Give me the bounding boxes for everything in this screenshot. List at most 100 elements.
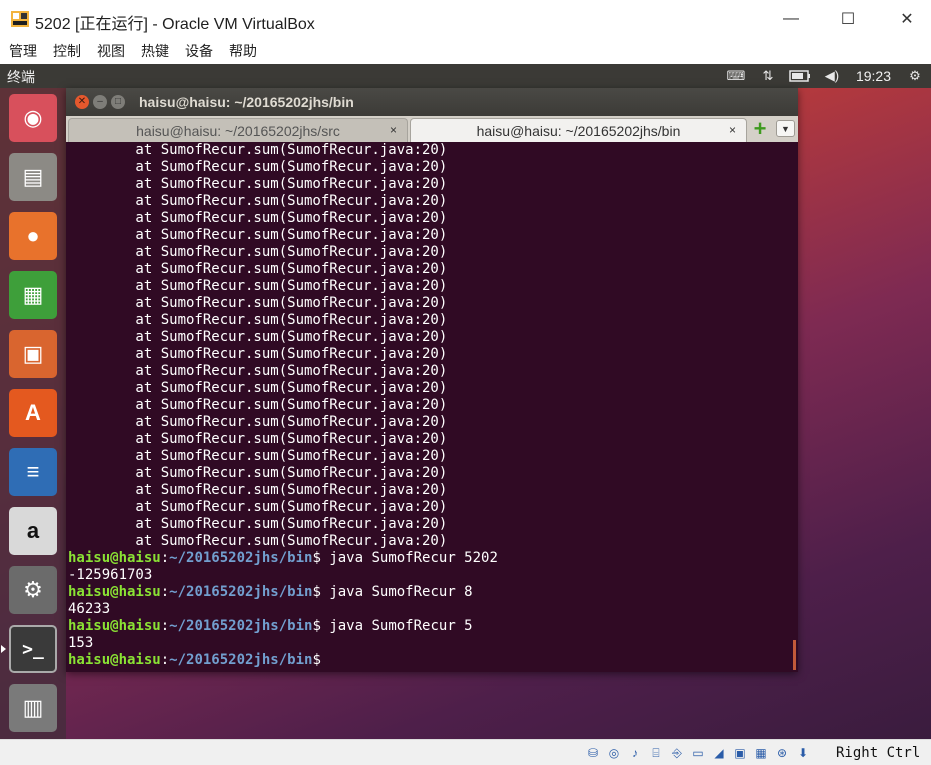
terminal-title: haisu@haisu: ~/20165202jhs/bin (139, 94, 354, 110)
stack-trace-line: at SumofRecur.sum(SumofRecur.java:20) (68, 295, 448, 311)
launcher-item-terminal[interactable]: >_ (1, 623, 59, 675)
download-icon[interactable]: ⬇ (794, 744, 812, 762)
launcher-item-trash[interactable]: ▥ (7, 682, 59, 734)
stack-trace-line: at SumofRecur.sum(SumofRecur.java:20) (68, 397, 448, 413)
top-panel: 终端 ⌨ ⇅ ◀) 19:23 ⚙ (0, 64, 931, 88)
menu-view[interactable]: 视图 (97, 41, 125, 61)
launcher-item-firefox[interactable]: ● (7, 210, 59, 262)
keyboard-icon[interactable]: ⌨ (720, 64, 752, 88)
minimize-icon[interactable]: – (93, 95, 107, 109)
usb-icon[interactable]: ⎆ (668, 744, 686, 762)
stack-trace-line: at SumofRecur.sum(SumofRecur.java:20) (68, 380, 448, 396)
optical-drive-icon[interactable]: ◎ (605, 744, 623, 762)
network-icon[interactable]: ⌸ (647, 744, 665, 762)
hard-disk-icon[interactable]: ⛁ (584, 744, 602, 762)
libreoffice-writer-icon: ≡ (9, 448, 57, 496)
close-icon[interactable]: ✕ (75, 95, 89, 109)
tab-menu-icon[interactable]: ▼ (776, 120, 795, 137)
scrollbar[interactable] (793, 640, 796, 670)
stack-trace-line: at SumofRecur.sum(SumofRecur.java:20) (68, 329, 448, 345)
stack-trace-line: at SumofRecur.sum(SumofRecur.java:20) (68, 363, 448, 379)
stack-trace-line: at SumofRecur.sum(SumofRecur.java:20) (68, 193, 448, 209)
current-prompt[interactable]: haisu@haisu:~/20165202jhs/bin$ (68, 652, 798, 669)
stack-trace-line: at SumofRecur.sum(SumofRecur.java:20) (68, 431, 448, 447)
cpu-icon[interactable]: ▦ (752, 744, 770, 762)
stack-trace-line: at SumofRecur.sum(SumofRecur.java:20) (68, 533, 448, 549)
launcher-item-impress[interactable]: ▣ (7, 328, 59, 380)
stack-trace-line: at SumofRecur.sum(SumofRecur.java:20) (68, 448, 448, 464)
gear-power-icon[interactable]: ⚙ (899, 64, 931, 88)
launcher-item-dash[interactable]: ◉ (7, 92, 59, 144)
terminal-icon: >_ (9, 625, 57, 673)
launcher-item-writer[interactable]: ≡ (7, 446, 59, 498)
new-tab-icon[interactable]: + (750, 118, 770, 140)
clock[interactable]: 19:23 (848, 68, 899, 84)
command-output: 46233 (68, 601, 111, 617)
launcher-item-settings[interactable]: ⚙ (7, 564, 59, 616)
stack-trace-line: at SumofRecur.sum(SumofRecur.java:20) (68, 465, 448, 481)
stack-trace-line: at SumofRecur.sum(SumofRecur.java:20) (68, 278, 448, 294)
launcher-item-calc[interactable]: ▦ (7, 269, 59, 321)
virtualbox-titlebar: 5202 [正在运行] - Oracle VM VirtualBox — ☐ ✕ (0, 0, 931, 38)
network-arrows-icon[interactable]: ⇅ (752, 64, 784, 88)
close-icon[interactable]: × (390, 123, 397, 137)
host-key-label: Right Ctrl (836, 745, 921, 761)
guest-desktop: 终端 ⌨ ⇅ ◀) 19:23 ⚙ ◉ ▤ ● ▦ ▣ A ≡ a ⚙ >_ ▥… (0, 64, 931, 739)
volume-icon[interactable]: ◀) (816, 64, 848, 88)
tab-src[interactable]: haisu@haisu: ~/20165202jhs/src × (68, 118, 408, 142)
stack-trace-line: at SumofRecur.sum(SumofRecur.java:20) (68, 210, 448, 226)
stack-trace-line: at SumofRecur.sum(SumofRecur.java:20) (68, 227, 448, 243)
launcher-item-files[interactable]: ▤ (7, 151, 59, 203)
menu-manage[interactable]: 管理 (9, 41, 37, 61)
command-line: haisu@haisu:~/20165202jhs/bin$ java Sumo… (68, 618, 473, 634)
close-icon[interactable]: × (729, 123, 736, 137)
stack-trace-line: at SumofRecur.sum(SumofRecur.java:20) (68, 516, 448, 532)
stack-trace-line: at SumofRecur.sum(SumofRecur.java:20) (68, 346, 448, 362)
display-icon[interactable]: ◢ (710, 744, 728, 762)
tab-label: haisu@haisu: ~/20165202jhs/bin (476, 122, 681, 139)
trash-icon: ▥ (9, 684, 57, 732)
ubuntu-dash-icon: ◉ (9, 94, 57, 142)
mouse-integration-icon[interactable]: ⊛ (773, 744, 791, 762)
virtualbox-app-icon (11, 11, 29, 27)
launcher-item-amazon[interactable]: a (7, 505, 59, 557)
shared-folders-icon[interactable]: ▭ (689, 744, 707, 762)
menu-control[interactable]: 控制 (53, 41, 81, 61)
launcher: ◉ ▤ ● ▦ ▣ A ≡ a ⚙ >_ ▥ (0, 88, 66, 739)
terminal-output[interactable]: at SumofRecur.sum(SumofRecur.java:20) at… (66, 142, 798, 672)
tab-label: haisu@haisu: ~/20165202jhs/src (136, 122, 340, 139)
stack-trace-line: at SumofRecur.sum(SumofRecur.java:20) (68, 244, 448, 260)
stack-trace-line: at SumofRecur.sum(SumofRecur.java:20) (68, 312, 448, 328)
files-icon: ▤ (9, 153, 57, 201)
libreoffice-calc-icon: ▦ (9, 271, 57, 319)
maximize-icon[interactable]: □ (111, 95, 125, 109)
system-tray: ⌨ ⇅ ◀) 19:23 ⚙ (720, 64, 931, 88)
command-output: -125961703 (68, 567, 153, 583)
command-output: 153 (68, 635, 94, 651)
launcher-item-software[interactable]: A (7, 387, 59, 439)
stack-trace-line: at SumofRecur.sum(SumofRecur.java:20) (68, 142, 448, 158)
audio-icon[interactable]: ♪ (626, 744, 644, 762)
amazon-icon: a (9, 507, 57, 555)
firefox-icon: ● (9, 212, 57, 260)
virtualbox-menubar: 管理 控制 视图 热键 设备 帮助 (0, 38, 931, 64)
window-title: 5202 [正在运行] - Oracle VM VirtualBox (35, 16, 315, 33)
menu-hotkeys[interactable]: 热键 (141, 41, 169, 61)
terminal-tabbar: haisu@haisu: ~/20165202jhs/src × haisu@h… (66, 116, 798, 142)
menu-help[interactable]: 帮助 (229, 41, 257, 61)
tab-bin[interactable]: haisu@haisu: ~/20165202jhs/bin × (410, 118, 747, 142)
virtualbox-statusbar: ⛁ ◎ ♪ ⌸ ⎆ ▭ ◢ ▣ ▦ ⊛ ⬇ Right Ctrl (0, 739, 931, 765)
minimize-icon[interactable]: — (768, 4, 814, 34)
close-icon[interactable]: ✕ (884, 4, 930, 34)
battery-icon[interactable] (784, 64, 816, 88)
menu-devices[interactable]: 设备 (185, 41, 213, 61)
stack-trace-line: at SumofRecur.sum(SumofRecur.java:20) (68, 482, 448, 498)
recording-icon[interactable]: ▣ (731, 744, 749, 762)
stack-trace-line: at SumofRecur.sum(SumofRecur.java:20) (68, 414, 448, 430)
terminal-window: ✕ – □ haisu@haisu: ~/20165202jhs/bin hai… (66, 88, 798, 672)
stack-trace-line: at SumofRecur.sum(SumofRecur.java:20) (68, 261, 448, 277)
terminal-titlebar[interactable]: ✕ – □ haisu@haisu: ~/20165202jhs/bin (66, 88, 798, 116)
maximize-icon[interactable]: ☐ (825, 4, 871, 34)
system-settings-icon: ⚙ (9, 566, 57, 614)
stack-trace-line: at SumofRecur.sum(SumofRecur.java:20) (68, 159, 448, 175)
